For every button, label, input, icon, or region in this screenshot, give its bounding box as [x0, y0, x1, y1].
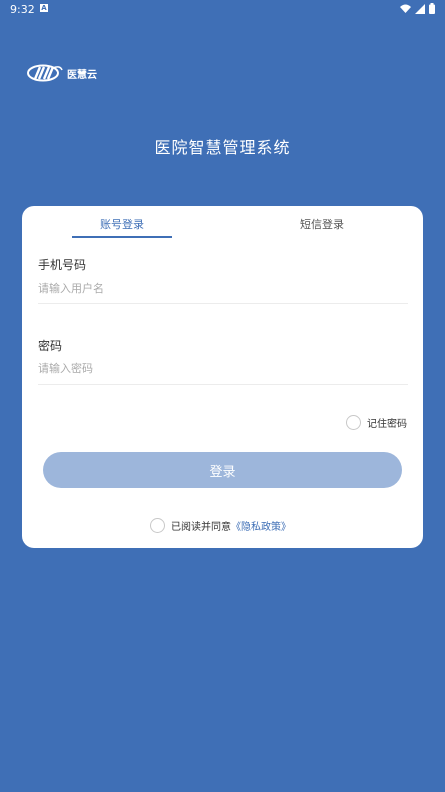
phone-divider: [38, 303, 408, 304]
privacy-agreement: 已阅读并同意 《隐私政策》: [150, 518, 291, 533]
logo-text: 医慧云: [67, 69, 97, 81]
notification-a-icon: A: [40, 4, 48, 12]
login-button[interactable]: 登录: [43, 452, 402, 488]
logo-mark-icon: [27, 64, 63, 82]
password-input[interactable]: [38, 358, 408, 378]
privacy-policy-link[interactable]: 《隐私政策》: [231, 518, 291, 533]
battery-icon: [429, 3, 435, 14]
password-divider: [38, 384, 408, 385]
app-logo: 医慧云: [27, 64, 97, 82]
remember-password[interactable]: 记住密码: [346, 415, 407, 430]
status-bar: 9:32 A: [0, 0, 445, 18]
tab-account-login[interactable]: 账号登录: [72, 216, 172, 232]
remember-radio[interactable]: [346, 415, 361, 430]
agree-text: 已阅读并同意: [171, 522, 231, 533]
phone-label: 手机号码: [38, 258, 87, 272]
remember-label: 记住密码: [367, 419, 407, 430]
active-tab-indicator: [72, 236, 172, 238]
phone-input[interactable]: [38, 278, 408, 298]
agree-radio[interactable]: [150, 518, 165, 533]
login-card: 账号登录 短信登录 手机号码 密码 记住密码 登录 已阅读并同意 《隐私政策》: [22, 206, 423, 548]
status-time: 9:32: [10, 3, 35, 16]
app-title: 医院智慧管理系统: [154, 138, 291, 157]
password-label: 密码: [38, 339, 63, 353]
signal-icon: [415, 3, 425, 14]
tab-sms-login[interactable]: 短信登录: [272, 216, 372, 232]
wifi-icon: [400, 4, 411, 13]
status-icons: [400, 3, 435, 14]
